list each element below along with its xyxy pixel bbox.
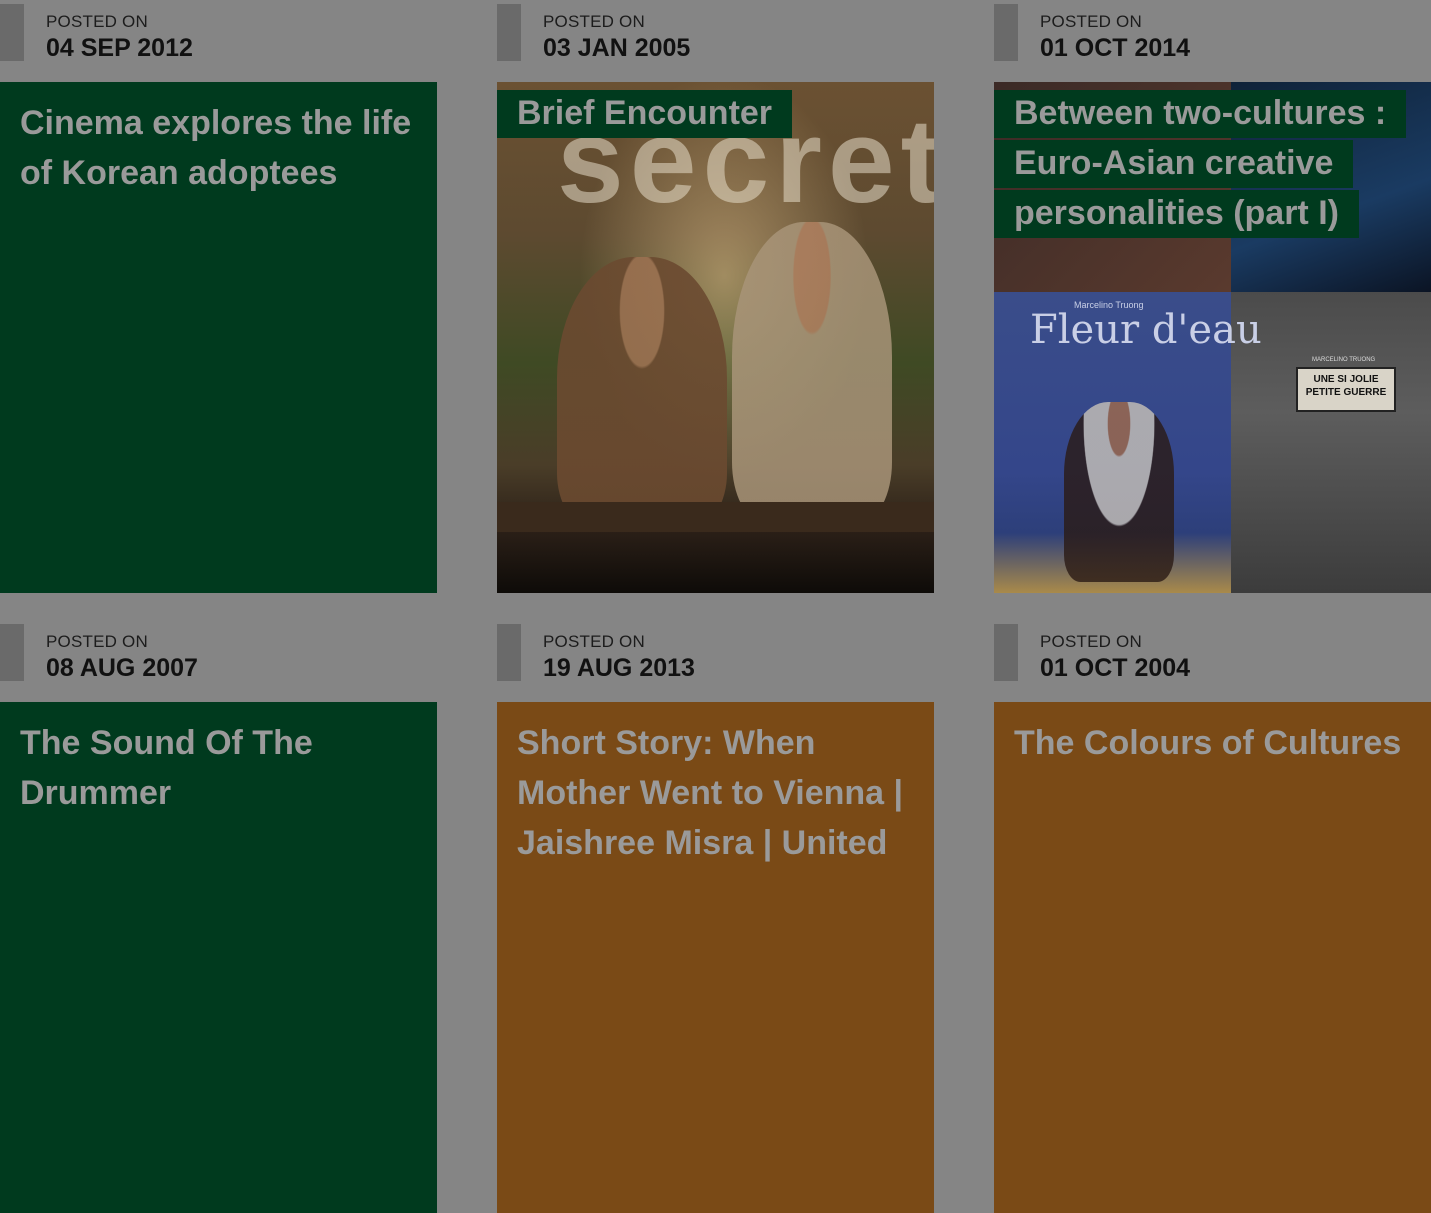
post-title[interactable]: The Colours of Cultures: [994, 708, 1431, 768]
post-date: 03 JAN 2005: [543, 34, 691, 62]
posted-on-label: POSTED ON: [543, 632, 645, 651]
post-date: 19 AUG 2013: [543, 654, 695, 682]
book-cover-title: Fleur d'eau: [1030, 307, 1262, 353]
posted-on-block: POSTED ON 04 SEP 2012: [0, 0, 437, 82]
posted-on-block: POSTED ON 01 OCT 2014: [994, 0, 1431, 82]
stamp-author: MARCELINO TRUONG: [1312, 357, 1376, 363]
date-accent-bar: [0, 4, 24, 61]
post-grid: POSTED ON 04 SEP 2012 Cinema explores th…: [0, 0, 1431, 1213]
posted-on-label: POSTED ON: [1040, 632, 1142, 651]
poster-figure-woman: [732, 222, 892, 522]
book-title-stamp: UNE SI JOLIE PETITE GUERRE: [1296, 367, 1396, 412]
post-date: 01 OCT 2014: [1040, 34, 1191, 62]
post-title-text[interactable]: Between two-cultures : Euro-Asian creati…: [994, 90, 1407, 238]
post-card: POSTED ON 01 OCT 2014 Marcelino Truong F…: [994, 0, 1431, 593]
post-title[interactable]: Between two-cultures : Euro-Asian creati…: [994, 88, 1431, 238]
posted-on-label: POSTED ON: [543, 12, 645, 31]
movie-poster-image: secret: [497, 82, 934, 593]
post-card: POSTED ON 01 OCT 2004 The Colours of Cul…: [994, 620, 1431, 1213]
post-card: POSTED ON 03 JAN 2005 secret Brief Encou…: [497, 0, 934, 593]
posted-on-block: POSTED ON 03 JAN 2005: [497, 0, 934, 82]
post-date: 01 OCT 2004: [1040, 654, 1191, 682]
post-date: 08 AUG 2007: [46, 654, 198, 682]
date-accent-bar: [994, 4, 1018, 61]
posted-on-block: POSTED ON 19 AUG 2013: [497, 620, 934, 702]
date-accent-bar: [994, 624, 1018, 681]
posted-on-label: POSTED ON: [46, 12, 148, 31]
posted-on-label: POSTED ON: [1040, 12, 1142, 31]
date-accent-bar: [0, 624, 24, 681]
post-tile[interactable]: The Sound Of The Drummer: [0, 702, 437, 1213]
post-title-text[interactable]: Brief Encounter: [497, 90, 793, 138]
post-card: POSTED ON 04 SEP 2012 Cinema explores th…: [0, 0, 437, 593]
posted-on-block: POSTED ON 01 OCT 2004: [994, 620, 1431, 702]
cover-figure: [1064, 402, 1174, 582]
post-card: POSTED ON 19 AUG 2013 Short Story: When …: [497, 620, 934, 1213]
date-accent-bar: [497, 624, 521, 681]
post-date: 04 SEP 2012: [46, 34, 193, 62]
post-title[interactable]: Short Story: When Mother Went to Vienna …: [497, 708, 934, 868]
post-card: POSTED ON 08 AUG 2007 The Sound Of The D…: [0, 620, 437, 1213]
poster-floor: [497, 502, 934, 532]
post-tile[interactable]: Marcelino Truong Fleur d'eau MARCELINO T…: [994, 82, 1431, 593]
post-tile[interactable]: The Colours of Cultures: [994, 702, 1431, 1213]
post-tile[interactable]: Short Story: When Mother Went to Vienna …: [497, 702, 934, 1213]
post-title[interactable]: The Sound Of The Drummer: [0, 708, 437, 818]
post-title[interactable]: Cinema explores the life of Korean adopt…: [0, 88, 437, 198]
posted-on-label: POSTED ON: [46, 632, 148, 651]
poster-figure-man: [557, 257, 727, 527]
post-tile[interactable]: Cinema explores the life of Korean adopt…: [0, 82, 437, 593]
post-tile[interactable]: secret Brief Encounter: [497, 82, 934, 593]
posted-on-block: POSTED ON 08 AUG 2007: [0, 620, 437, 702]
date-accent-bar: [497, 4, 521, 61]
post-title[interactable]: Brief Encounter: [497, 88, 793, 138]
